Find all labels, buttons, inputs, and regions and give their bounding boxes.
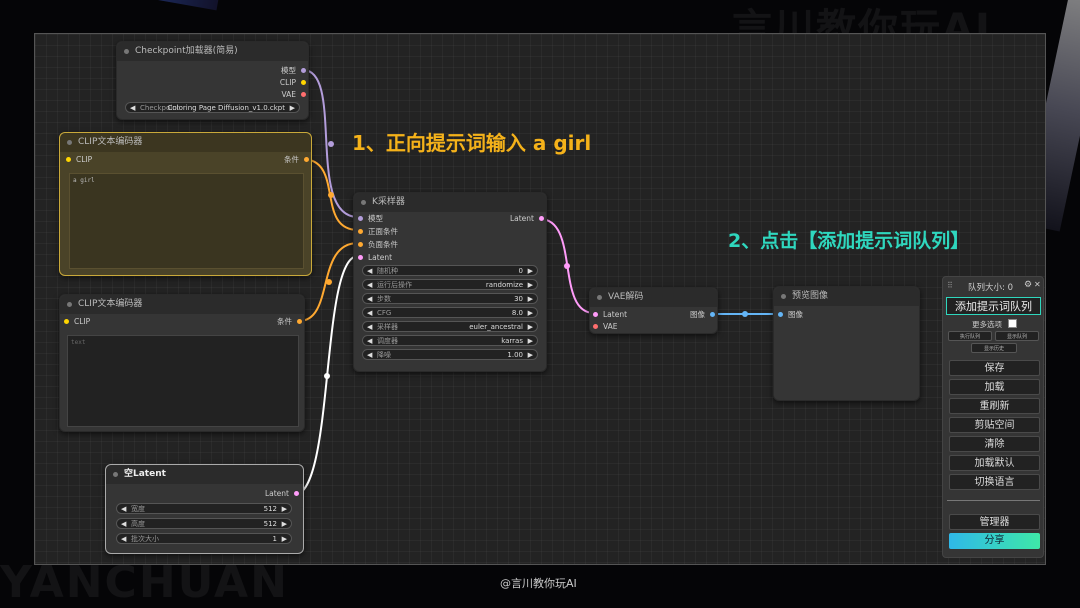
more-options-label: 更多选项 <box>972 320 1002 329</box>
scheduler-widget[interactable]: ◀ 调度器 karras ▶ <box>362 335 538 346</box>
annotation-step-2: 2、点击【添加提示词队列】 <box>728 230 970 252</box>
sampler-widget[interactable]: ◀ 采样器 euler_ancestral ▶ <box>362 321 538 332</box>
control-after-generate-widget[interactable]: ◀ 运行后操作 randomize ▶ <box>362 279 538 290</box>
load-button[interactable]: 加载 <box>949 379 1040 395</box>
height-widget[interactable]: ◀ 高度 512 ▶ <box>116 518 292 529</box>
collapse-dot-icon[interactable] <box>597 295 602 300</box>
node-title[interactable]: 预览图像 <box>774 287 919 306</box>
wire-negative-dot <box>326 279 332 285</box>
share-button[interactable]: 分享 <box>949 533 1040 549</box>
output-latent[interactable]: Latent <box>265 489 299 499</box>
prompt-textarea[interactable]: a girl <box>69 173 304 269</box>
node-title[interactable]: CLIP文本编码器 <box>60 295 304 314</box>
collapse-dot-icon[interactable] <box>781 294 786 299</box>
bottom-credit: @言川教你玩AI <box>500 577 577 590</box>
clear-button[interactable]: 清除 <box>949 436 1040 452</box>
input-model[interactable]: 模型 <box>358 214 383 224</box>
prompt-textarea[interactable]: text <box>67 335 299 427</box>
manager-button[interactable]: 管理器 <box>949 514 1040 530</box>
node-title[interactable]: 空Latent <box>106 465 303 484</box>
batch-size-widget[interactable]: ◀ 批次大小 1 ▶ <box>116 533 292 544</box>
arrow-right-icon[interactable]: ▶ <box>290 103 295 114</box>
denoise-widget[interactable]: ◀ 降噪 1.00 ▶ <box>362 349 538 360</box>
node-title[interactable]: CLIP文本编码器 <box>60 133 311 152</box>
output-conditioning[interactable]: 条件 <box>277 317 302 327</box>
wire-latent-in-dot <box>324 373 330 379</box>
node-title[interactable]: Checkpoint加载器(简易) <box>117 42 308 61</box>
preview-image-node[interactable]: 预览图像 图像 <box>773 286 920 401</box>
drag-handle-icon[interactable]: ⠿ <box>947 281 953 290</box>
load-default-button[interactable]: 加载默认 <box>949 455 1040 471</box>
input-positive[interactable]: 正面条件 <box>358 227 398 237</box>
input-negative[interactable]: 负面条件 <box>358 240 398 250</box>
refresh-button[interactable]: 重刷新 <box>949 398 1040 414</box>
input-image[interactable]: 图像 <box>778 310 803 320</box>
width-widget[interactable]: ◀ 宽度 512 ▶ <box>116 503 292 514</box>
collapse-dot-icon[interactable] <box>361 200 366 205</box>
view-queue-2-small-button[interactable]: 显示队列 <box>995 331 1039 341</box>
view-queue-small-button[interactable]: 执行队列 <box>948 331 992 341</box>
clipspace-button[interactable]: 剪贴空间 <box>949 417 1040 433</box>
node-title[interactable]: VAE解码 <box>590 288 717 307</box>
ckpt-name-select[interactable]: ◀ Checkpoint Coloring Page Diffusion_v1.… <box>125 102 300 113</box>
input-clip[interactable]: CLIP <box>66 155 92 165</box>
node-title[interactable]: K采样器 <box>354 193 546 212</box>
output-image[interactable]: 图像 <box>690 310 715 320</box>
collapse-dot-icon[interactable] <box>124 49 129 54</box>
view-history-small-button[interactable]: 显示历史 <box>971 343 1017 353</box>
input-clip[interactable]: CLIP <box>64 317 90 327</box>
input-latent[interactable]: Latent <box>358 253 392 263</box>
output-conditioning[interactable]: 条件 <box>284 155 309 165</box>
node-canvas[interactable]: Checkpoint加载器(简易) 模型 CLIP VAE ◀ Checkpoi… <box>34 33 1046 565</box>
more-options-checkbox[interactable] <box>1008 319 1017 328</box>
output-latent[interactable]: Latent <box>510 214 544 224</box>
light-streak-top-left <box>29 0 221 11</box>
input-latent[interactable]: Latent <box>593 310 627 320</box>
annotation-step-1: 1、正向提示词输入 a girl <box>352 131 592 155</box>
collapse-dot-icon[interactable] <box>113 472 118 477</box>
clip-text-encode-negative-node[interactable]: CLIP文本编码器 CLIP 条件 text <box>59 294 305 432</box>
collapse-dot-icon[interactable] <box>67 140 72 145</box>
steps-widget[interactable]: ◀ 步数 30 ▶ <box>362 293 538 304</box>
output-clip[interactable]: CLIP <box>280 78 306 88</box>
queue-size-label: 队列大小: 0 <box>968 283 1013 293</box>
close-icon[interactable]: ✕ <box>1034 280 1041 289</box>
arrow-left-icon[interactable]: ◀ <box>130 103 135 114</box>
input-vae[interactable]: VAE <box>593 322 618 332</box>
collapse-dot-icon[interactable] <box>67 302 72 307</box>
output-vae[interactable]: VAE <box>281 90 306 100</box>
wire-model-dot <box>328 141 334 147</box>
comfy-menu[interactable]: ⠿ 队列大小: 0 ⚙ ✕ 添加提示词队列 更多选项 执行队列 显示队列 显示历… <box>942 276 1044 558</box>
queue-prompt-button[interactable]: 添加提示词队列 <box>946 297 1041 315</box>
save-button[interactable]: 保存 <box>949 360 1040 376</box>
output-model[interactable]: 模型 <box>281 66 306 76</box>
vae-decode-node[interactable]: VAE解码 Latent VAE 图像 <box>589 287 718 334</box>
gear-icon[interactable]: ⚙ <box>1024 280 1032 290</box>
wire-positive-dot <box>328 192 334 198</box>
switch-language-button[interactable]: 切换语言 <box>949 474 1040 490</box>
menu-divider <box>947 500 1040 501</box>
wire-latent-out-dot <box>564 263 570 269</box>
seed-widget[interactable]: ◀ 随机种 0 ▶ <box>362 265 538 276</box>
empty-latent-node[interactable]: 空Latent Latent ◀ 宽度 512 ▶ ◀ 高度 512 ▶ ◀ 批次大小 1 ▶ <box>105 464 304 554</box>
wire-image-dot <box>742 311 748 317</box>
clip-text-encode-positive-node[interactable]: CLIP文本编码器 CLIP 条件 a girl <box>59 132 312 276</box>
ksampler-node[interactable]: K采样器 模型 正面条件 负面条件 Latent Latent ◀ 随机种 0 ▶ ◀… <box>353 192 547 372</box>
checkpoint-loader-node[interactable]: Checkpoint加载器(简易) 模型 CLIP VAE ◀ Checkpoi… <box>116 41 309 120</box>
cfg-widget[interactable]: ◀ CFG 8.0 ▶ <box>362 307 538 318</box>
